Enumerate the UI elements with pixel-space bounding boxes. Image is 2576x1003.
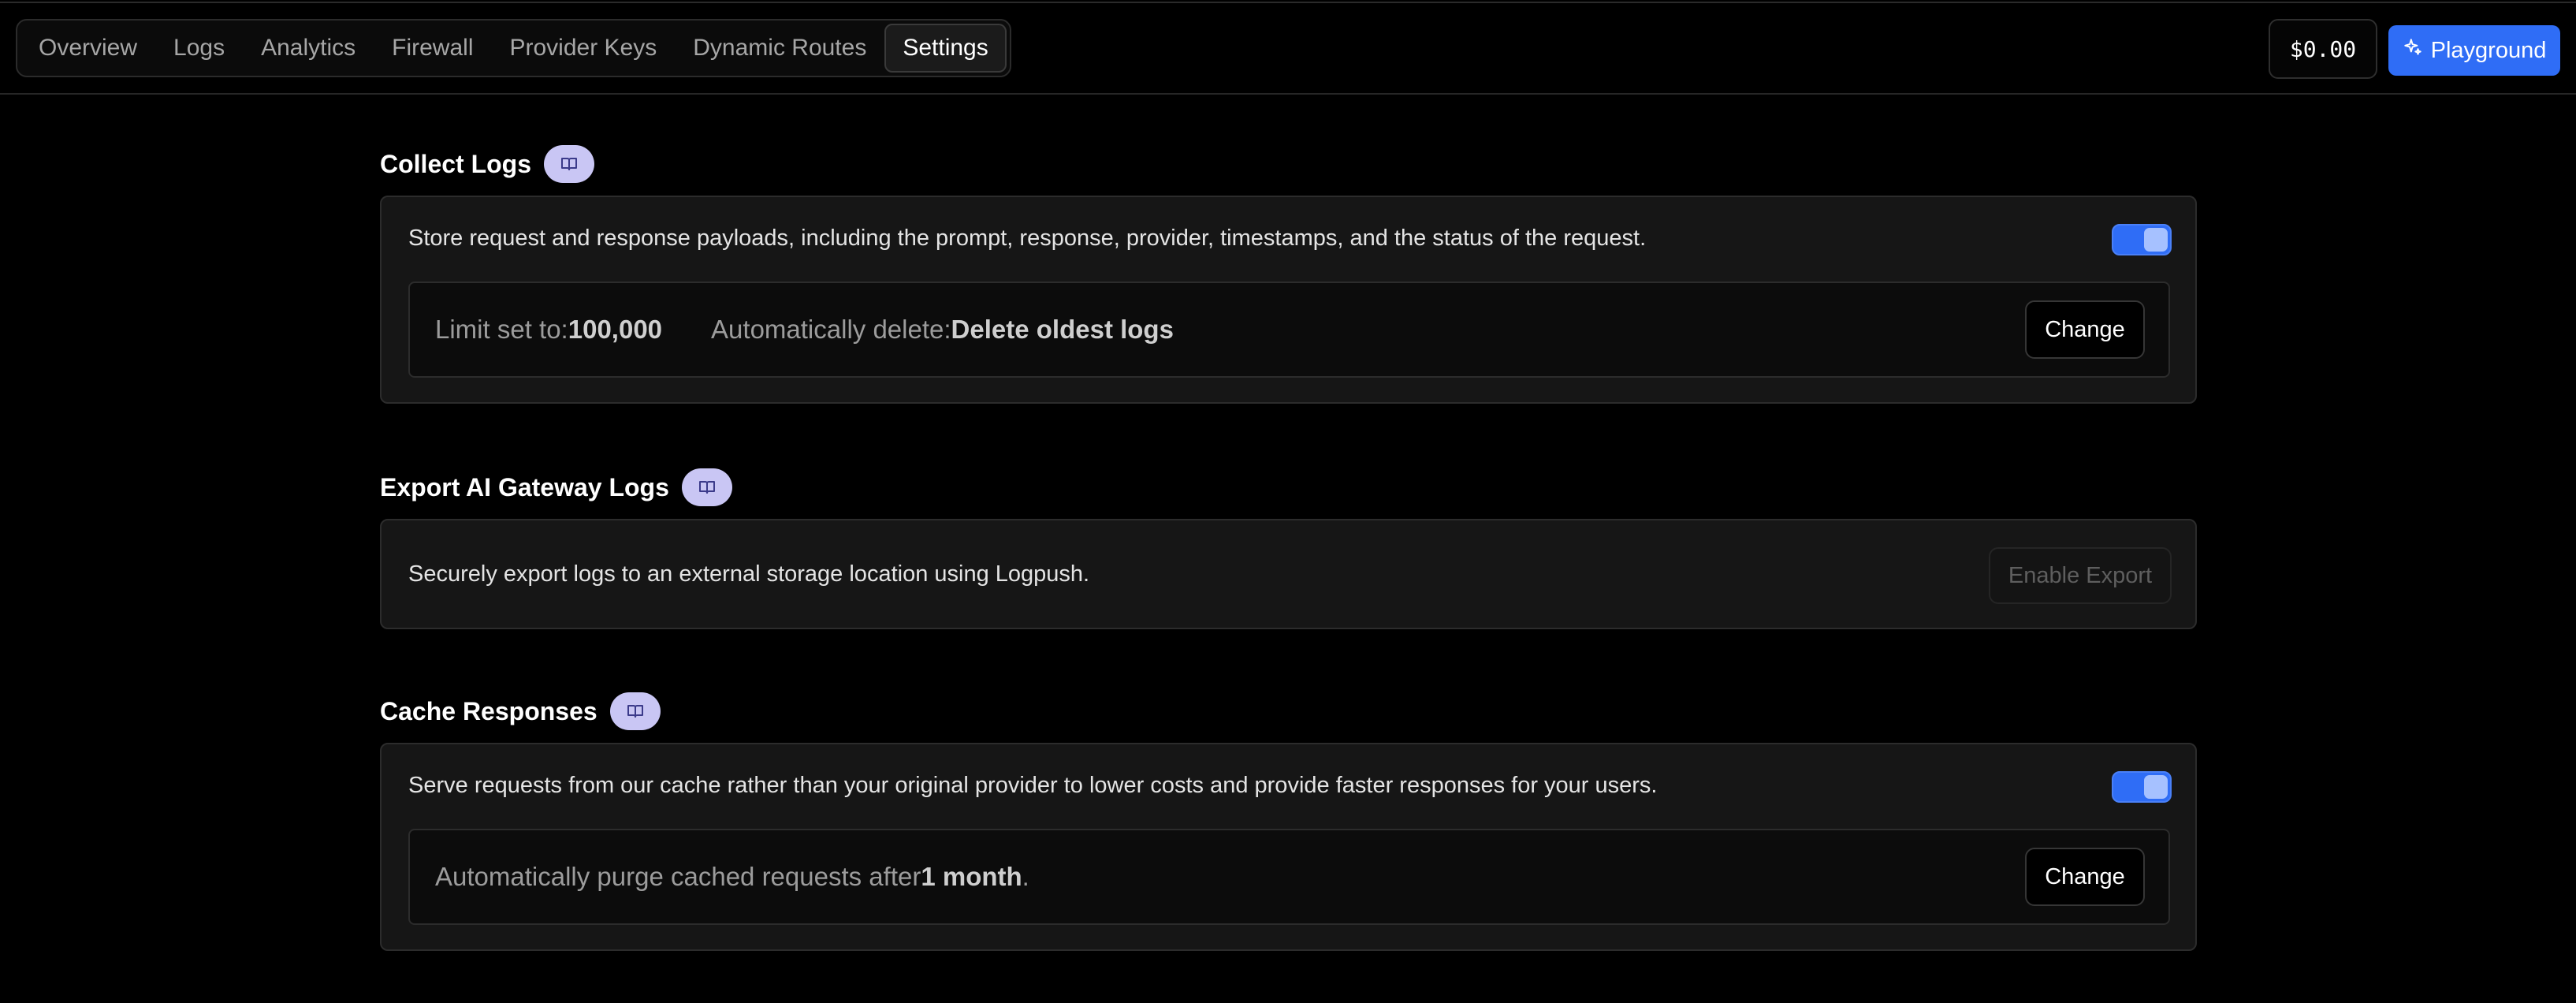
export-logs-docs-button[interactable] — [681, 468, 732, 506]
delete-value: Delete oldest logs — [951, 315, 1174, 344]
collect-logs-change-button[interactable]: Change — [2025, 300, 2145, 359]
purge-value: 1 month — [921, 862, 1022, 891]
tab-dynamic-routes[interactable]: Dynamic Routes — [675, 24, 884, 73]
export-logs-card: Securely export logs to an external stor… — [380, 519, 2197, 629]
sparkle-icon — [2403, 37, 2423, 64]
tab-overview[interactable]: Overview — [20, 24, 155, 73]
limit-value: 100,000 — [568, 315, 663, 344]
export-logs-description: Securely export logs to an external stor… — [408, 561, 1090, 587]
export-logs-heading: Export AI Gateway Logs — [380, 468, 732, 506]
book-icon — [561, 158, 578, 170]
book-icon — [698, 481, 715, 494]
nav-tabs: Overview Logs Analytics Firewall Provide… — [16, 19, 1011, 77]
enable-export-button[interactable]: Enable Export — [1989, 547, 2172, 604]
tab-firewall[interactable]: Firewall — [374, 24, 491, 73]
tab-settings[interactable]: Settings — [884, 24, 1007, 73]
limit-label: Limit set to: — [435, 315, 568, 344]
playground-label: Playground — [2430, 37, 2547, 63]
purge-label: Automatically purge cached requests afte… — [435, 862, 921, 891]
cache-responses-heading: Cache Responses — [380, 692, 661, 730]
toggle-knob — [2144, 228, 2168, 252]
cache-responses-settings: Automatically purge cached requests afte… — [408, 829, 2170, 925]
playground-button[interactable]: Playground — [2388, 25, 2560, 76]
collect-logs-settings: Limit set to: 100,000 Automatically dele… — [408, 282, 2170, 378]
collect-logs-title: Collect Logs — [380, 149, 532, 178]
collect-logs-docs-button[interactable] — [544, 145, 595, 183]
export-logs-title: Export AI Gateway Logs — [380, 472, 669, 502]
cache-responses-docs-button[interactable] — [609, 692, 661, 730]
tab-provider-keys[interactable]: Provider Keys — [492, 24, 676, 73]
cache-responses-toggle[interactable] — [2112, 771, 2172, 803]
purge-suffix: . — [1022, 862, 1029, 891]
collect-logs-card: Store request and response payloads, inc… — [380, 196, 2197, 404]
delete-label: Automatically delete: — [711, 315, 951, 344]
header: Overview Logs Analytics Firewall Provide… — [0, 3, 2576, 95]
collect-logs-summary: Limit set to: 100,000 Automatically dele… — [435, 283, 1174, 376]
tab-logs[interactable]: Logs — [155, 24, 243, 73]
cache-purge-summary: Automatically purge cached requests afte… — [435, 830, 1029, 923]
cache-responses-title: Cache Responses — [380, 696, 597, 725]
toggle-knob — [2144, 775, 2168, 799]
book-icon — [627, 705, 643, 718]
balance-display[interactable]: $0.00 — [2269, 19, 2377, 79]
tab-analytics[interactable]: Analytics — [243, 24, 374, 73]
collect-logs-heading: Collect Logs — [380, 145, 595, 183]
cache-responses-card: Serve requests from our cache rather tha… — [380, 743, 2197, 951]
collect-logs-toggle[interactable] — [2112, 224, 2172, 255]
collect-logs-description: Store request and response payloads, inc… — [408, 226, 1647, 251]
cache-responses-change-button[interactable]: Change — [2025, 848, 2145, 906]
cache-responses-description: Serve requests from our cache rather tha… — [408, 773, 1658, 798]
